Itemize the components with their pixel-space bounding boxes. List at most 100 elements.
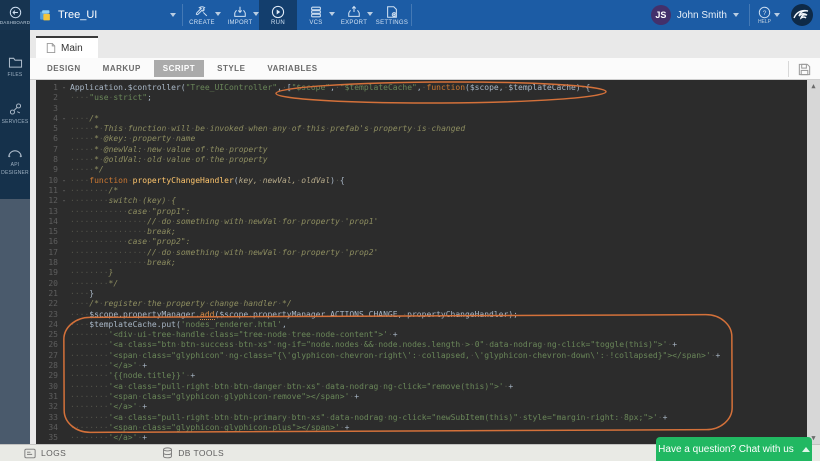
code-line[interactable]: 2····"use·strict"; — [36, 93, 807, 103]
tab-variables[interactable]: VARIABLES — [258, 60, 326, 77]
export-icon — [347, 5, 361, 19]
dashboard-icon — [9, 6, 22, 19]
hammer-icon — [195, 5, 209, 19]
line-number: 6 — [36, 134, 58, 144]
code-text: ········'<span·class="glyphicon·glyphico… — [70, 392, 807, 402]
line-number: 23 — [36, 310, 58, 320]
chat-widget-button[interactable]: Have a question? Chat with us — [656, 437, 812, 461]
sidebar-item-services[interactable]: SERVICES — [0, 102, 30, 127]
code-text: Application.$controller("Tree_UIControll… — [70, 83, 807, 93]
fold-gutter — [58, 402, 70, 412]
line-number: 4 — [36, 114, 58, 124]
menu-create[interactable]: CREATE — [183, 0, 221, 30]
save-file-icon[interactable] — [797, 62, 812, 77]
fold-marker-icon[interactable]: - — [58, 114, 70, 124]
code-line[interactable]: 6·····*·@key:·property·name — [36, 134, 807, 144]
code-line[interactable]: 5·····*·This·function·will·be·invoked·wh… — [36, 124, 807, 134]
fold-gutter — [58, 104, 70, 114]
line-number: 1 — [36, 83, 58, 93]
line-number: 11 — [36, 186, 58, 196]
menu-vcs[interactable]: VCS — [297, 0, 335, 30]
fold-marker-icon[interactable]: - — [58, 83, 70, 93]
code-line[interactable]: 29········'{{node.title}}'·+ — [36, 371, 807, 381]
tab-script[interactable]: SCRIPT — [154, 60, 204, 77]
line-number: 15 — [36, 227, 58, 237]
code-line[interactable]: 9·····*/ — [36, 165, 807, 175]
code-line[interactable]: 18················break; — [36, 258, 807, 268]
code-line[interactable]: 28········'</a>'·+ — [36, 361, 807, 371]
db-tools-button[interactable]: DB TOOLS — [162, 447, 224, 459]
code-line[interactable]: 10-····function·propertyChangeHandler(ke… — [36, 176, 807, 186]
fold-gutter — [58, 423, 70, 433]
code-line[interactable]: 27········'<span·class="glyphicon"·ng-cl… — [36, 351, 807, 361]
code-text: ················//·do·something·with·new… — [70, 248, 807, 258]
line-number: 17 — [36, 248, 58, 258]
tab-markup[interactable]: MARKUP — [94, 60, 150, 77]
chat-label: Have a question? Chat with us — [658, 444, 794, 455]
code-line[interactable]: 11-········/* — [36, 186, 807, 196]
dashboard-button[interactable]: DASHBOARD — [0, 0, 30, 30]
tab-main[interactable]: Main — [36, 36, 98, 58]
code-line[interactable]: 20········*/ — [36, 279, 807, 289]
code-line[interactable]: 12-········switch·(key)·{ — [36, 196, 807, 206]
fold-marker-icon[interactable]: - — [58, 186, 70, 196]
svg-text:?: ? — [763, 9, 767, 16]
code-text: ·····*·@oldVal:·old·value·of·the·propert… — [70, 155, 807, 165]
menu-import[interactable]: IMPORT — [221, 0, 259, 30]
sidebar-item-api-designer[interactable]: API DESIGNER — [0, 148, 30, 177]
scroll-down-icon[interactable]: ▼ — [811, 432, 815, 444]
fold-gutter — [58, 371, 70, 381]
code-editor[interactable]: 1-Application.$controller("Tree_UIContro… — [36, 80, 807, 444]
code-line[interactable]: 3 — [36, 104, 807, 114]
create-label: CREATE — [189, 20, 215, 26]
code-line[interactable]: 34········'<span·class="glyphicon·glyphi… — [36, 423, 807, 433]
line-number: 14 — [36, 217, 58, 227]
fold-marker-icon[interactable]: - — [58, 176, 70, 186]
menu-settings[interactable]: SETTINGS — [373, 0, 411, 30]
code-line[interactable]: 14················//·do·something·with·n… — [36, 217, 807, 227]
wavemaker-logo[interactable] — [788, 0, 820, 30]
sidebar-item-files[interactable]: FILES — [0, 56, 30, 80]
code-line[interactable]: 8·····*·@oldVal:·old·value·of·the·proper… — [36, 155, 807, 165]
help-menu[interactable]: ? HELP — [750, 0, 788, 30]
toolbar-divider — [788, 61, 789, 77]
line-number: 28 — [36, 361, 58, 371]
fold-marker-icon[interactable]: - — [58, 196, 70, 206]
run-icon — [271, 5, 285, 19]
code-text: ·····*·This·function·will·be·invoked·whe… — [70, 124, 807, 134]
line-number: 33 — [36, 413, 58, 423]
code-line[interactable]: 32········'</a>'·+ — [36, 402, 807, 412]
tab-design[interactable]: DESIGN — [38, 60, 90, 77]
code-line[interactable]: 17 ················//·do·something·with·n… — [36, 248, 807, 258]
menu-export[interactable]: EXPORT — [335, 0, 373, 30]
project-selector[interactable]: Tree_UI — [30, 0, 182, 30]
scroll-up-icon[interactable]: ▲ — [811, 80, 815, 92]
code-line[interactable]: 7·····*·@newVal:·new·value·of·the·proper… — [36, 145, 807, 155]
code-line[interactable]: 25········'<div·ui-tree-handle·class="tr… — [36, 330, 807, 340]
logs-button[interactable]: LOGS — [24, 448, 66, 459]
line-number: 18 — [36, 258, 58, 268]
export-label: EXPORT — [341, 20, 367, 26]
code-line[interactable]: 31········'<span·class="glyphicon·glyphi… — [36, 392, 807, 402]
editor-scrollbar[interactable]: ▲ ▼ — [807, 80, 820, 444]
code-line[interactable]: 33········'<a·class="pull-right·btn·btn-… — [36, 413, 807, 423]
user-caret-icon — [733, 13, 739, 17]
help-icon: ? — [758, 6, 771, 19]
fold-gutter — [58, 351, 70, 361]
code-line[interactable]: 1-Application.$controller("Tree_UIContro… — [36, 83, 807, 93]
code-line[interactable]: 13············case·"prop1": — [36, 207, 807, 217]
code-line[interactable]: 22····/*·register·the·property·change·ha… — [36, 299, 807, 309]
code-line[interactable]: 19········} — [36, 268, 807, 278]
code-line[interactable]: 4-····/* — [36, 114, 807, 124]
tab-style[interactable]: STYLE — [208, 60, 254, 77]
code-line[interactable]: 23····$scope.propertyManager.add($scope.… — [36, 310, 807, 320]
code-line[interactable]: 15················break; — [36, 227, 807, 237]
code-line[interactable]: 21····} — [36, 289, 807, 299]
code-line[interactable]: 26········'<a·class="btn·btn-success·btn… — [36, 340, 807, 350]
code-text: ········'{{node.title}}'·+ — [70, 371, 807, 381]
code-line[interactable]: 24····$templateCache.put('nodes_renderer… — [36, 320, 807, 330]
code-line[interactable]: 30········'<a·class="pull-right·btn·btn-… — [36, 382, 807, 392]
user-menu[interactable]: JS John Smith — [641, 0, 749, 30]
menu-run[interactable]: RUN — [259, 0, 297, 30]
code-line[interactable]: 16············case·"prop2": — [36, 237, 807, 247]
